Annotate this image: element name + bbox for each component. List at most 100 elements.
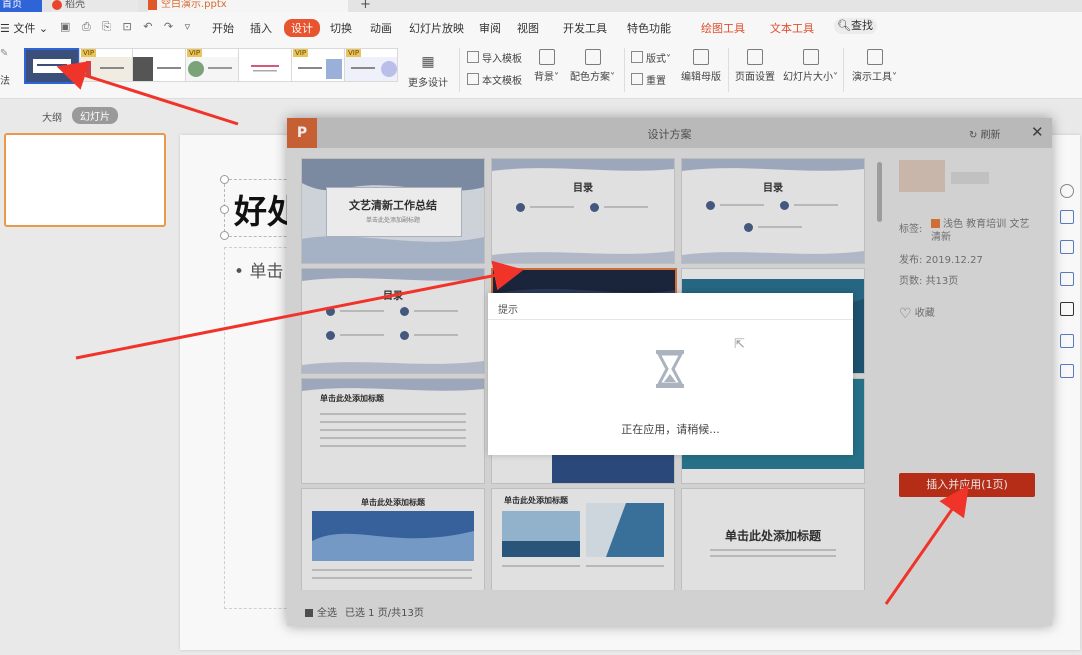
ribbon-divider	[624, 48, 625, 92]
menu-file[interactable]: ☰ 文件 ⌄	[0, 20, 48, 36]
menu-design[interactable]: 设计	[284, 19, 320, 37]
reset-icon	[631, 73, 643, 85]
resize-handle[interactable]	[220, 205, 229, 214]
layout-icon	[631, 51, 643, 63]
grid-icon: ▦	[421, 54, 435, 70]
menu-view[interactable]: 视图	[517, 20, 539, 36]
design-thumb-2[interactable]: VIP	[79, 48, 133, 82]
more-design-button[interactable]: ▦ 更多设计	[408, 54, 448, 89]
design-ribbon: ✎ 法 VIP VIP VIP VIP ▦ 更多设计 导入模板 本文模板 背景˅…	[0, 42, 1082, 99]
design-thumb-4-preview	[186, 57, 238, 81]
vip-badge: VIP	[346, 49, 362, 57]
ribbon-left-tool-icon[interactable]: ✎	[0, 48, 8, 59]
import-template-button[interactable]: 导入模板	[467, 50, 522, 65]
resize-handle[interactable]	[220, 231, 229, 240]
collapse-icon[interactable]	[1060, 184, 1074, 198]
design-thumb-7-preview	[345, 57, 397, 81]
presentation-file-icon	[148, 0, 157, 10]
presenter-tools-button[interactable]: 演示工具˅	[852, 49, 897, 83]
daoke-logo-icon	[52, 0, 62, 10]
design-thumb-5[interactable]	[238, 48, 292, 82]
edit-master-button[interactable]: 编辑母版	[681, 49, 721, 83]
new-tab-button[interactable]: +	[360, 0, 372, 12]
text-icon[interactable]	[1060, 334, 1074, 348]
ribbon-divider	[728, 48, 729, 92]
tab-daoke[interactable]: 稻壳	[52, 0, 138, 12]
vip-badge: VIP	[81, 49, 97, 57]
search-command[interactable]: 🔍︎查找	[834, 18, 877, 34]
ribbon-divider	[459, 48, 460, 92]
tab-document[interactable]: 空白演示.pptx	[148, 0, 348, 12]
menu-file-label: 文件	[13, 22, 36, 35]
palette-icon	[584, 49, 601, 65]
search-icon: 🔍︎	[837, 19, 851, 32]
menu-transition[interactable]: 切换	[330, 20, 352, 36]
color-scheme-button[interactable]: 配色方案˅	[570, 49, 615, 83]
hint-message: 正在应用，请稍候...	[621, 423, 720, 436]
design-thumb-3[interactable]	[132, 48, 186, 82]
design-thumb-3-preview	[133, 57, 185, 81]
background-label: 背景	[534, 72, 554, 83]
design-thumb-2-preview	[80, 57, 132, 81]
page-setup-button[interactable]: 页面设置	[735, 49, 775, 83]
reset-button[interactable]: 重置	[631, 72, 666, 87]
background-icon	[538, 49, 555, 65]
design-thumb-1[interactable]	[24, 48, 80, 84]
tab-daoke-label: 稻壳	[65, 0, 85, 10]
shape-icon[interactable]	[1060, 302, 1074, 316]
import-template-label: 导入模板	[482, 54, 522, 65]
eraser-icon[interactable]	[1060, 272, 1074, 286]
page-setup-icon	[747, 49, 763, 65]
design-thumb-6-preview	[292, 57, 344, 81]
text-template-button[interactable]: 本文模板	[467, 72, 522, 87]
tab-home[interactable]: 首页	[0, 0, 42, 12]
import-icon	[467, 51, 479, 63]
edit-master-label: 编辑母版	[681, 72, 721, 83]
reset-label: 重置	[646, 76, 666, 87]
page-setup-label: 页面设置	[735, 72, 775, 83]
layout-button[interactable]: 版式˅	[631, 50, 671, 65]
more-design-label: 更多设计	[408, 78, 448, 89]
tab-outline[interactable]: 大纲	[42, 109, 62, 124]
menu-start[interactable]: 开始	[212, 20, 234, 36]
layout-label: 版式	[646, 54, 666, 65]
menu-text-tools[interactable]: 文本工具	[770, 20, 814, 36]
search-label: 查找	[850, 19, 873, 32]
right-tool-strip	[1054, 178, 1080, 388]
resize-handle[interactable]	[220, 175, 229, 184]
design-thumb-5-preview	[239, 57, 291, 81]
design-thumb-6[interactable]: VIP	[291, 48, 345, 82]
design-thumb-4[interactable]: VIP	[185, 48, 239, 82]
bullet-label: 单击	[249, 262, 284, 282]
ribbon-divider	[843, 48, 844, 92]
slide-size-button[interactable]: 幻灯片大小˅	[783, 49, 838, 83]
menu-review[interactable]: 审阅	[479, 20, 501, 36]
layers-icon[interactable]	[1060, 210, 1074, 224]
pen-icon[interactable]	[1060, 240, 1074, 254]
menu-features[interactable]: 特色功能	[627, 20, 671, 36]
menu-animation[interactable]: 动画	[370, 20, 392, 36]
mouse-cursor-icon: ⇱	[734, 337, 745, 352]
text-template-label: 本文模板	[482, 76, 522, 87]
slide-bullet-text: • 单击	[234, 262, 284, 282]
menu-developer[interactable]: 开发工具	[563, 20, 607, 36]
vip-badge: VIP	[187, 49, 203, 57]
vip-badge: VIP	[293, 49, 309, 57]
design-thumb-7[interactable]: VIP	[344, 48, 398, 82]
menu-bar: ☰ 文件 ⌄ ▣ ⎙ ⎘ ⊡ ↶ ↷ ▿ 开始 插入 设计 切换 动画 幻灯片放…	[0, 12, 1082, 42]
background-button[interactable]: 背景˅	[534, 49, 559, 83]
window-tab-bar: 首页 稻壳 空白演示.pptx +	[0, 0, 1082, 12]
slide-size-label: 幻灯片大小	[783, 72, 833, 83]
menu-slideshow[interactable]: 幻灯片放映	[409, 20, 464, 36]
hint-title: 提示	[498, 305, 518, 316]
hint-divider	[488, 319, 853, 320]
hint-popup: 提示 ⇱ 正在应用，请稍候...	[488, 293, 853, 455]
font-icon[interactable]	[1060, 364, 1074, 378]
slide-thumbnail-1[interactable]	[4, 133, 166, 227]
quick-access-icons[interactable]: ▣ ⎙ ⎘ ⊡ ↶ ↷ ▿	[60, 20, 194, 34]
color-scheme-label: 配色方案	[570, 72, 610, 83]
tab-slides[interactable]: 幻灯片	[72, 107, 118, 124]
menu-insert[interactable]: 插入	[250, 20, 272, 36]
ribbon-left-tool-label: 法	[0, 76, 10, 87]
menu-drawing-tools[interactable]: 绘图工具	[701, 20, 745, 36]
